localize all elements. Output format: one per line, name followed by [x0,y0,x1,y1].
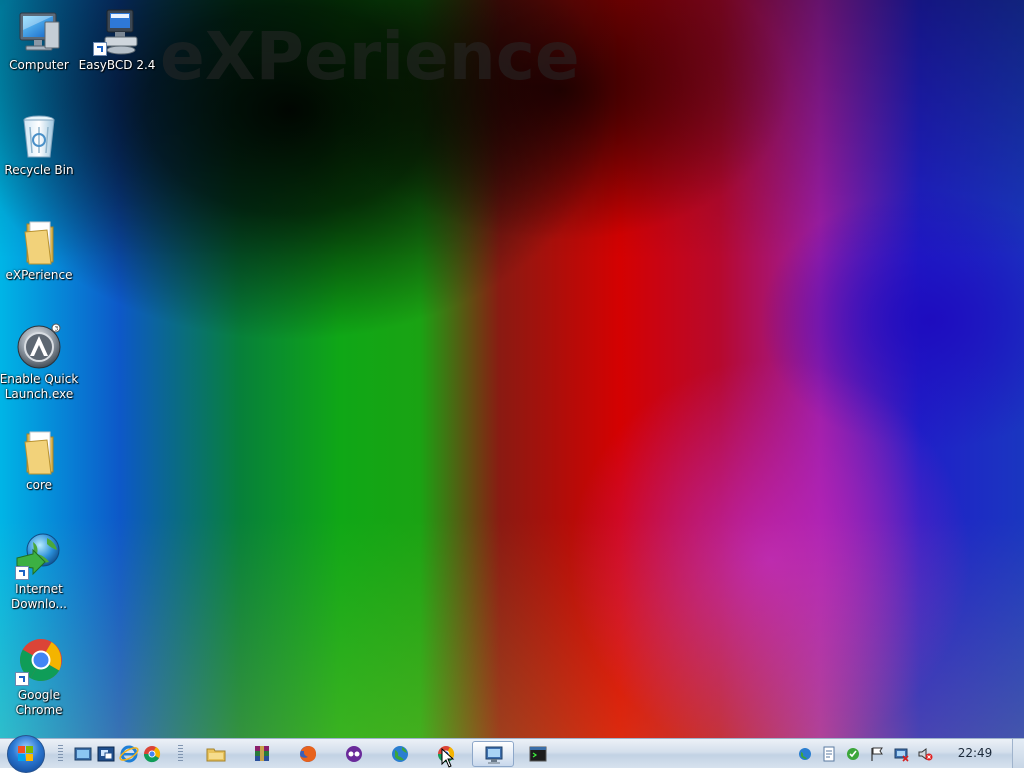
desktop-icon-label: core [26,478,52,492]
notes-icon[interactable] [821,746,837,762]
taskbar-app-globe[interactable] [389,743,411,765]
shortcut-arrow-icon [15,566,29,580]
desktop-icon-internet-download-manager[interactable]: Internet Downlo... [0,532,79,612]
computer-icon [15,8,63,56]
cmd-icon [529,746,547,762]
desktop-icon-computer[interactable]: Computer [0,8,79,73]
show-desktop-icon [74,747,92,761]
quick-launch-show-desktop[interactable] [72,743,94,765]
recycle-bin-icon [15,113,63,161]
desktop-icon-label: Google Chrome [15,688,63,717]
volume-muted-icon[interactable] [917,746,933,762]
quick-launch-internet-explorer[interactable] [118,743,140,765]
windows-orb-icon [18,746,34,762]
desktop-icon-experience-folder[interactable]: eXPerience [0,218,79,283]
taskbar-grip[interactable] [58,745,63,763]
taskbar-task-network-window[interactable] [472,741,514,767]
wallpaper-watermark: eXPerience [160,18,580,95]
clock[interactable]: 22:49 [948,746,1002,760]
taskbar: 22:49 [0,735,1024,773]
idm-globe-icon [15,532,63,580]
start-button[interactable] [7,735,45,773]
network-window-icon [485,746,503,764]
desktop-icon-label: Computer [9,58,69,72]
globe-icon [392,746,408,762]
taskbar-app-messenger[interactable] [343,743,365,765]
network-status-icon[interactable] [893,746,909,762]
taskbar-app-winrar[interactable] [251,743,273,765]
easybcd-icon [93,8,141,56]
desktop-icon-enable-quick-launch[interactable]: 3 Enable Quick Launch.exe [0,322,79,402]
quick-launch-chrome[interactable] [141,743,163,765]
file-explorer-icon [206,748,226,762]
svg-text:3: 3 [55,326,59,333]
desktop-icon-easybcd[interactable]: EasyBCD 2.4 [77,8,157,73]
show-desktop-button[interactable] [1012,739,1024,768]
taskbar-app-firefox[interactable] [297,743,319,765]
switch-windows-icon [97,746,115,762]
firefox-icon [300,746,316,762]
desktop-icon-core-folder[interactable]: core [0,428,79,493]
network-icon[interactable] [797,746,813,762]
autoit-icon: 3 [15,322,63,370]
folder-icon [15,218,63,266]
security-icon[interactable] [845,746,861,762]
shortcut-arrow-icon [93,42,107,56]
shortcut-arrow-icon [15,672,29,686]
winrar-icon [255,746,269,761]
desktop-icon-label: Recycle Bin [4,163,74,177]
mouse-cursor-icon [441,748,455,768]
desktop-icon-label: Enable Quick Launch.exe [0,372,79,401]
folder-icon [15,428,63,476]
quick-launch-switch-windows[interactable] [95,743,117,765]
desktop-icon-label: Internet Downlo... [11,582,67,611]
desktop-icon-label: eXPerience [5,268,73,282]
taskbar-task-cmd[interactable] [527,743,549,765]
desktop-icon-label: EasyBCD 2.4 [78,58,156,72]
chrome-icon [143,746,161,763]
messenger-icon [346,746,362,762]
chrome-icon [15,638,63,686]
desktop-background: eXPerience Computer EasyBCD 2.4 Recycle … [0,0,1024,738]
taskbar-app-file-explorer[interactable] [205,743,227,765]
desktop-icon-google-chrome[interactable]: Google Chrome [0,638,79,718]
taskbar-grip[interactable] [178,745,183,763]
action-center-flag-icon[interactable] [869,746,885,762]
desktop-icon-recycle-bin[interactable]: Recycle Bin [0,113,79,178]
internet-explorer-icon [119,745,139,763]
